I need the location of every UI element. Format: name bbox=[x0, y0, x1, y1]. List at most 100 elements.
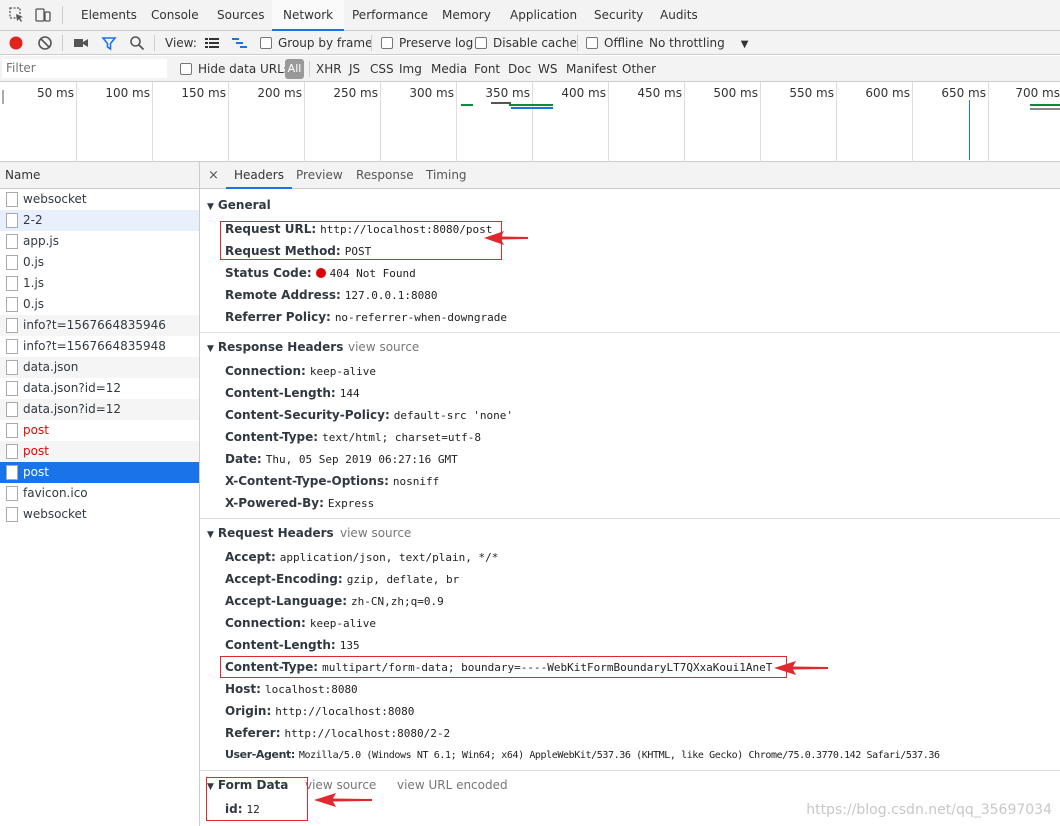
group-by-frame-checkbox[interactable]: Group by frame bbox=[260, 35, 372, 51]
header-value: zh-CN,zh;q=0.9 bbox=[351, 595, 444, 608]
request-list: websocket 2-2 app.js 0.js 1.js 0.js info… bbox=[0, 189, 200, 826]
request-row[interactable]: app.js bbox=[0, 231, 199, 252]
filter-media[interactable]: Media bbox=[431, 62, 467, 76]
grid-line bbox=[304, 82, 305, 162]
file-icon bbox=[6, 255, 18, 270]
tab-preview[interactable]: Preview bbox=[296, 162, 343, 189]
filter-other[interactable]: Other bbox=[622, 62, 656, 76]
header-value: gzip, deflate, br bbox=[346, 573, 460, 586]
tab-network[interactable]: Network bbox=[272, 0, 345, 31]
offline-checkbox[interactable]: Offline bbox=[586, 35, 643, 51]
request-row[interactable]: post bbox=[0, 420, 199, 441]
request-row[interactable]: info?t=1567664835948 bbox=[0, 336, 199, 357]
section-request-headers-header[interactable]: ▼ Request Headers bbox=[207, 526, 334, 540]
filter-doc[interactable]: Doc bbox=[508, 62, 531, 76]
request-row[interactable]: 0.js bbox=[0, 294, 199, 315]
throttling-select[interactable]: No throttling ▼ bbox=[649, 35, 748, 53]
close-icon[interactable]: × bbox=[208, 162, 219, 189]
request-row[interactable]: data.json bbox=[0, 357, 199, 378]
request-row[interactable]: info?t=1567664835946 bbox=[0, 315, 199, 336]
network-overview-timeline[interactable]: 50 ms 100 ms 150 ms 200 ms 250 ms 300 ms… bbox=[0, 82, 1060, 162]
request-name: info?t=1567664835948 bbox=[23, 339, 166, 353]
filter-manifest[interactable]: Manifest bbox=[566, 62, 617, 76]
tab-memory[interactable]: Memory bbox=[431, 0, 502, 30]
preserve-log-label: Preserve log bbox=[399, 36, 474, 50]
section-general-header[interactable]: ▼ General bbox=[207, 198, 271, 212]
request-bar bbox=[511, 107, 553, 109]
grid-line bbox=[456, 82, 457, 162]
request-row[interactable]: 1.js bbox=[0, 273, 199, 294]
annotation-arrow-icon bbox=[774, 661, 828, 675]
request-row[interactable]: websocket bbox=[0, 504, 199, 525]
tab-response[interactable]: Response bbox=[356, 162, 414, 189]
view-source-link[interactable]: view source bbox=[340, 526, 411, 540]
filter-all-button[interactable]: All bbox=[285, 59, 304, 79]
tab-elements[interactable]: Elements bbox=[70, 0, 148, 30]
filter-xhr[interactable]: XHR bbox=[316, 62, 342, 76]
timeline-tick: 450 ms bbox=[637, 86, 682, 100]
filter-img[interactable]: Img bbox=[399, 62, 422, 76]
file-icon bbox=[6, 381, 18, 396]
waterfall-overview-icon[interactable] bbox=[232, 37, 248, 49]
header-key: Connection: bbox=[225, 364, 306, 378]
file-icon bbox=[6, 507, 18, 522]
clear-icon[interactable] bbox=[37, 35, 53, 51]
disable-cache-checkbox[interactable]: Disable cache bbox=[475, 35, 577, 51]
request-bar bbox=[1030, 104, 1060, 106]
tab-headers[interactable]: Headers bbox=[226, 162, 292, 189]
header-row: Referer: http://localhost:8080/2-2 bbox=[225, 725, 450, 741]
preserve-log-checkbox[interactable]: Preserve log bbox=[381, 35, 473, 51]
view-source-link[interactable]: view source bbox=[348, 340, 419, 354]
header-value: Thu, 05 Sep 2019 06:27:16 GMT bbox=[265, 453, 458, 466]
inspect-element-icon[interactable] bbox=[9, 7, 25, 23]
capture-screenshots-icon[interactable] bbox=[73, 36, 89, 50]
header-value: Express bbox=[327, 497, 375, 510]
toolbar-divider bbox=[154, 35, 155, 51]
header-value: 404 Not Found bbox=[329, 267, 416, 280]
tab-timing[interactable]: Timing bbox=[426, 162, 467, 189]
tab-security[interactable]: Security bbox=[583, 0, 654, 30]
tab-audits[interactable]: Audits bbox=[649, 0, 709, 30]
filter-font[interactable]: Font bbox=[474, 62, 500, 76]
request-name: 1.js bbox=[23, 276, 45, 290]
filter-js[interactable]: JS bbox=[349, 62, 360, 76]
header-row: Connection: keep-alive bbox=[225, 363, 376, 379]
hide-data-urls-checkbox[interactable]: Hide data URLs bbox=[180, 62, 290, 76]
tab-application[interactable]: Application bbox=[499, 0, 588, 30]
filter-icon[interactable] bbox=[101, 35, 117, 51]
request-row[interactable]: websocket bbox=[0, 189, 199, 210]
request-row[interactable]: favicon.ico bbox=[0, 483, 199, 504]
filter-input[interactable] bbox=[2, 59, 167, 78]
request-row[interactable]: post bbox=[0, 441, 199, 462]
filter-ws[interactable]: WS bbox=[538, 62, 557, 76]
request-row-selected[interactable]: post bbox=[0, 462, 199, 483]
request-row[interactable]: data.json?id=12 bbox=[0, 378, 199, 399]
header-value: keep-alive bbox=[309, 365, 377, 378]
request-row[interactable]: 0.js bbox=[0, 252, 199, 273]
filter-css[interactable]: CSS bbox=[370, 62, 394, 76]
record-icon[interactable] bbox=[8, 35, 24, 51]
header-value: http://localhost:8080/2-2 bbox=[284, 727, 451, 740]
search-icon[interactable] bbox=[129, 35, 145, 51]
disable-cache-label: Disable cache bbox=[493, 36, 577, 50]
headers-panel: ▼ General Request URL: http://localhost:80… bbox=[200, 190, 1060, 826]
tab-performance[interactable]: Performance bbox=[341, 0, 439, 30]
tab-sources[interactable]: Sources bbox=[206, 0, 275, 30]
timeline-tick: 500 ms bbox=[713, 86, 758, 100]
request-row[interactable]: data.json?id=12 bbox=[0, 399, 199, 420]
checkbox-icon bbox=[180, 63, 192, 75]
large-request-rows-icon[interactable] bbox=[205, 37, 219, 49]
timeline-tick: 550 ms bbox=[789, 86, 834, 100]
name-column-header[interactable]: Name bbox=[0, 162, 200, 189]
section-response-headers-header[interactable]: ▼ Response Headers bbox=[207, 340, 343, 354]
header-row: Date: Thu, 05 Sep 2019 06:27:16 GMT bbox=[225, 451, 458, 467]
header-key: Accept: bbox=[225, 550, 276, 564]
request-row[interactable]: 2-2 bbox=[0, 210, 199, 231]
file-icon bbox=[6, 402, 18, 417]
header-value: application/json, text/plain, */* bbox=[279, 551, 499, 564]
file-icon bbox=[6, 192, 18, 207]
device-toolbar-icon[interactable] bbox=[35, 7, 51, 23]
file-icon bbox=[6, 234, 18, 249]
view-url-encoded-link[interactable]: view URL encoded bbox=[397, 778, 508, 792]
tab-console[interactable]: Console bbox=[140, 0, 210, 30]
